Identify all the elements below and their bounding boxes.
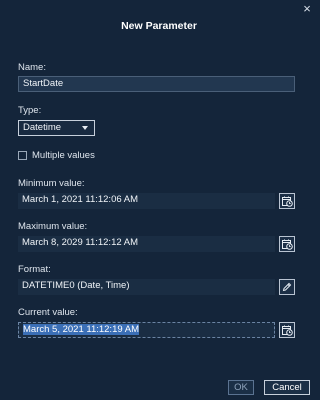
type-label: Type: xyxy=(18,105,42,116)
new-parameter-dialog: × New Parameter Name: StartDate Type: Da… xyxy=(0,0,318,400)
format-label: Format: xyxy=(18,264,51,275)
maximum-value-label: Maximum value: xyxy=(18,221,88,232)
dialog-title: New Parameter xyxy=(121,20,197,32)
current-value-field[interactable]: March 5, 2021 11:12:19 AM xyxy=(18,322,275,338)
name-input[interactable]: StartDate xyxy=(18,76,295,92)
chevron-down-icon xyxy=(82,126,88,130)
ok-button[interactable]: OK xyxy=(228,380,254,395)
calendar-clock-icon xyxy=(281,325,293,336)
minimum-value-picker-button[interactable] xyxy=(279,193,295,209)
current-value-text: March 5, 2021 11:12:19 AM xyxy=(23,324,140,335)
maximum-value-field[interactable]: March 8, 2029 11:12:12 AM xyxy=(18,236,275,252)
type-select-value: Datetime xyxy=(23,122,62,133)
edit-format-button[interactable] xyxy=(279,279,295,295)
pencil-icon xyxy=(282,282,292,292)
minimum-value-field[interactable]: March 1, 2021 11:12:06 AM xyxy=(18,193,275,209)
current-value-picker-button[interactable] xyxy=(279,322,295,338)
multiple-values-label[interactable]: Multiple values xyxy=(32,150,95,161)
type-select[interactable]: Datetime xyxy=(18,120,95,136)
minimum-value-label: Minimum value: xyxy=(18,178,85,189)
name-label: Name: xyxy=(18,62,46,73)
close-icon[interactable]: × xyxy=(300,2,314,16)
format-field: DATETIME0 (Date, Time) xyxy=(18,279,275,295)
calendar-clock-icon xyxy=(281,196,293,207)
current-value-label: Current value: xyxy=(18,307,78,318)
multiple-values-checkbox[interactable] xyxy=(18,151,27,160)
calendar-clock-icon xyxy=(281,239,293,250)
maximum-value-picker-button[interactable] xyxy=(279,236,295,252)
cancel-button[interactable]: Cancel xyxy=(264,380,310,395)
